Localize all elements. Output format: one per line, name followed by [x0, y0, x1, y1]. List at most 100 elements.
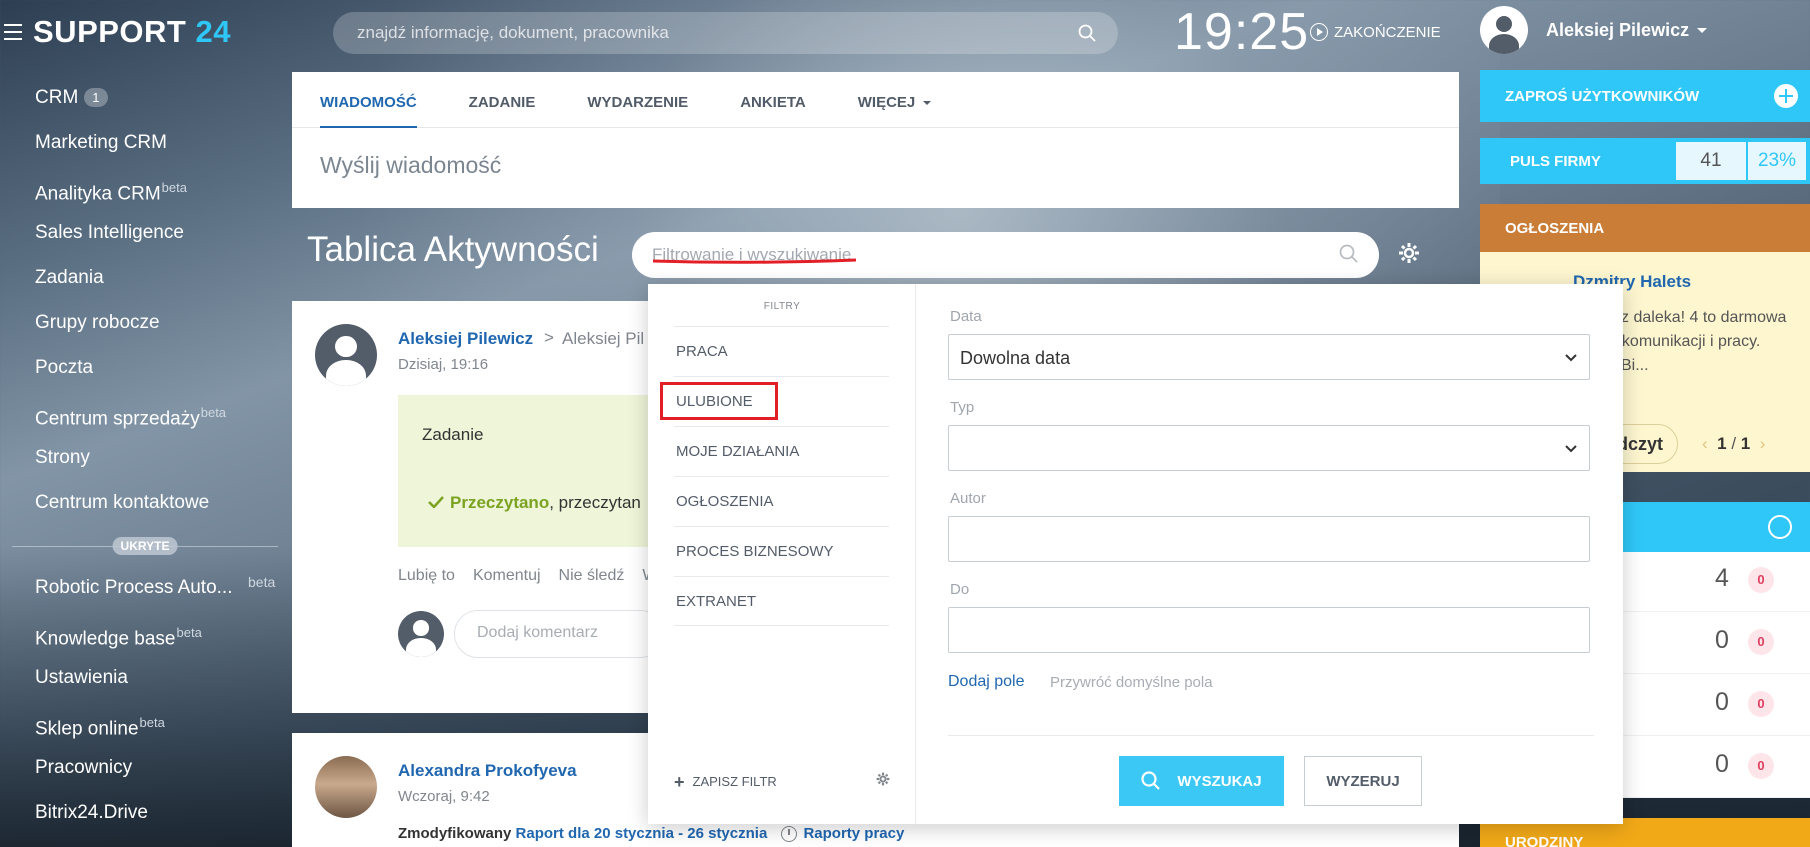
post-author-link[interactable]: Alexandra Prokofyeva — [398, 761, 577, 781]
post-time: Dzisiaj, 19:16 — [398, 356, 489, 373]
preset-my-activity[interactable]: MOJE DZIAŁANIA — [674, 426, 889, 476]
finish-label: ZAKOŃCZENIE — [1334, 23, 1441, 41]
sidebar-item-contact-center[interactable]: Centrum kontaktowe — [0, 483, 290, 528]
finish-workday-button[interactable]: ZAKOŃCZENIE — [1310, 23, 1441, 41]
sidebar-item-sales-intelligence[interactable]: Sales Intelligence — [0, 213, 290, 258]
sidebar-item-knowledge-base[interactable]: Knowledge basebeta — [0, 613, 290, 658]
search-icon[interactable] — [1078, 24, 1096, 42]
tab-poll[interactable]: ANKIETA — [740, 72, 806, 127]
user-menu[interactable]: Aleksiej Pilewicz — [1480, 6, 1708, 54]
type-select[interactable] — [948, 425, 1590, 471]
sidebar-item-settings[interactable]: Ustawienia — [0, 658, 290, 703]
invite-users-button[interactable]: ZAPROŚ UŻYTKOWNIKÓW — [1480, 70, 1810, 122]
sidebar-item-workgroups[interactable]: Grupy robocze — [0, 303, 290, 348]
search-icon — [1141, 771, 1161, 790]
preset-work[interactable]: PRACA — [674, 326, 889, 376]
search-icon[interactable] — [1339, 244, 1359, 264]
sidebar-item-online-store[interactable]: Sklep onlinebeta — [0, 703, 290, 748]
comment-link[interactable]: Komentuj — [473, 567, 541, 585]
post-recipient[interactable]: Aleksiej Pil — [562, 329, 644, 349]
type-label: Typ — [950, 399, 975, 416]
app-logo[interactable]: SUPPORT 24 — [33, 14, 231, 50]
avatar[interactable] — [315, 324, 377, 386]
page-title: Tablica Aktywności — [307, 230, 599, 269]
unfollow-link[interactable]: Nie śledź — [559, 567, 625, 585]
logo-text: SUPPORT — [33, 14, 187, 49]
search-button[interactable]: WYSZUKAJ — [1119, 756, 1284, 806]
save-filter-button[interactable]: + ZAPISZ FILTR — [674, 772, 777, 793]
filters-title: FILTRY — [763, 301, 801, 312]
task-block: Zadanie Przeczytano, przeczytan — [398, 395, 658, 547]
tab-more[interactable]: WIĘCEJ — [858, 72, 932, 127]
clock-icon — [781, 826, 798, 843]
checkmark-icon — [428, 496, 444, 509]
post-time: Wczoraj, 9:42 — [398, 788, 490, 805]
add-icon — [1774, 84, 1798, 108]
preset-business-process[interactable]: PROCES BIZNESOWY — [674, 526, 889, 576]
user-silhouette-icon — [398, 611, 444, 657]
comment-input[interactable] — [477, 611, 657, 655]
sidebar-item-employees[interactable]: Pracownicy — [0, 748, 290, 793]
gear-icon[interactable] — [1398, 242, 1420, 264]
task-label: Zadanie — [422, 425, 484, 444]
chevron-right-icon[interactable]: › — [1760, 434, 1766, 453]
filter-presets-panel: FILTRY PRACA ULUBIONE MOJE DZIAŁANIA OGŁ… — [648, 284, 916, 824]
crm-count-badge: 1 — [84, 88, 108, 108]
left-sidebar: CRM 1 Marketing CRM Analityka CRMbeta Sal… — [0, 78, 290, 838]
divider — [948, 735, 1594, 736]
reset-button[interactable]: WYZERUJ — [1304, 756, 1422, 806]
company-pulse[interactable]: PULS FIRMY 41 23% — [1480, 138, 1810, 184]
sidebar-item-rpa[interactable]: Robotic Process Auto... beta — [0, 568, 290, 613]
post-message-input[interactable]: Wyślij wiadomość — [292, 128, 1459, 203]
announcement-pager: ‹ 1 / 1 › — [1702, 434, 1766, 453]
add-field-link[interactable]: Dodaj pole — [948, 673, 1025, 691]
sidebar-item-mail[interactable]: Poczta — [0, 348, 290, 393]
chevron-down-icon — [923, 101, 932, 106]
post-actions: Lubię to Komentuj Nie śledź W — [398, 567, 657, 585]
to-field[interactable] — [948, 607, 1590, 653]
red-highlight-annotation — [660, 382, 778, 420]
pulse-percent: 23% — [1748, 142, 1806, 180]
hidden-section-toggle[interactable]: UKRYTE — [112, 537, 178, 555]
sidebar-item-crm[interactable]: CRM 1 — [0, 78, 290, 123]
sidebar-item-drive[interactable]: Bitrix24.Drive — [0, 793, 290, 838]
author-field[interactable] — [948, 516, 1590, 562]
date-select[interactable]: Dowolna data — [948, 334, 1590, 380]
chevron-left-icon[interactable]: ‹ — [1702, 434, 1708, 453]
restore-default-fields-link[interactable]: Przywróć domyślne pola — [1050, 674, 1213, 691]
filter-search-input[interactable] — [652, 232, 1292, 278]
avatar — [1480, 6, 1528, 54]
sidebar-item-sites[interactable]: Strony — [0, 438, 290, 483]
avatar[interactable] — [315, 756, 377, 818]
modified-label: Zmodyfikowany — [398, 825, 512, 842]
post-form-tabs: WIADOMOŚĆ ZADANIE WYDARZENIE ANKIETA WIĘ… — [292, 72, 1459, 128]
menu-burger-icon[interactable] — [4, 24, 22, 40]
work-reports-link[interactable]: Raporty pracy — [803, 825, 904, 842]
sidebar-item-sales-center[interactable]: Centrum sprzedażybeta — [0, 393, 290, 438]
tab-event[interactable]: WYDARZENIE — [587, 72, 688, 127]
date-label: Data — [950, 308, 982, 325]
date-select-value: Dowolna data — [960, 348, 1071, 368]
report-link[interactable]: Raport dla 20 stycznia - 26 stycznia — [516, 825, 768, 842]
sidebar-item-marketing-crm[interactable]: Marketing CRM — [0, 123, 290, 168]
feed-filter-search — [632, 232, 1379, 278]
global-search-input[interactable] — [357, 12, 1057, 54]
announcements-title: OGŁOSZENIA — [1505, 220, 1605, 237]
plus-icon: + — [674, 772, 685, 792]
like-link[interactable]: Lubię to — [398, 567, 455, 585]
play-icon — [1310, 23, 1328, 41]
filter-popup: FILTRY PRACA ULUBIONE MOJE DZIAŁANIA OGŁ… — [648, 284, 1623, 824]
post-summary: Zmodyfikowany Raport dla 20 stycznia - 2… — [398, 825, 904, 843]
tab-task[interactable]: ZADANIE — [469, 72, 536, 127]
user-name: Aleksiej Pilewicz — [1546, 19, 1690, 40]
tab-message[interactable]: WIADOMOŚĆ — [320, 72, 417, 128]
gear-icon[interactable] — [876, 772, 890, 786]
post-author-link[interactable]: Aleksiej Pilewicz — [398, 329, 533, 349]
user-silhouette-icon — [315, 324, 377, 386]
sidebar-item-tasks[interactable]: Zadania — [0, 258, 290, 303]
preset-extranet[interactable]: EXTRANET — [674, 576, 889, 626]
sidebar-item-crm-analytics[interactable]: Analityka CRMbeta — [0, 168, 290, 213]
clock-display: 19:25 — [1174, 3, 1310, 61]
preset-announcements[interactable]: OGŁOSZENIA — [674, 476, 889, 526]
add-icon[interactable] — [1768, 515, 1792, 539]
